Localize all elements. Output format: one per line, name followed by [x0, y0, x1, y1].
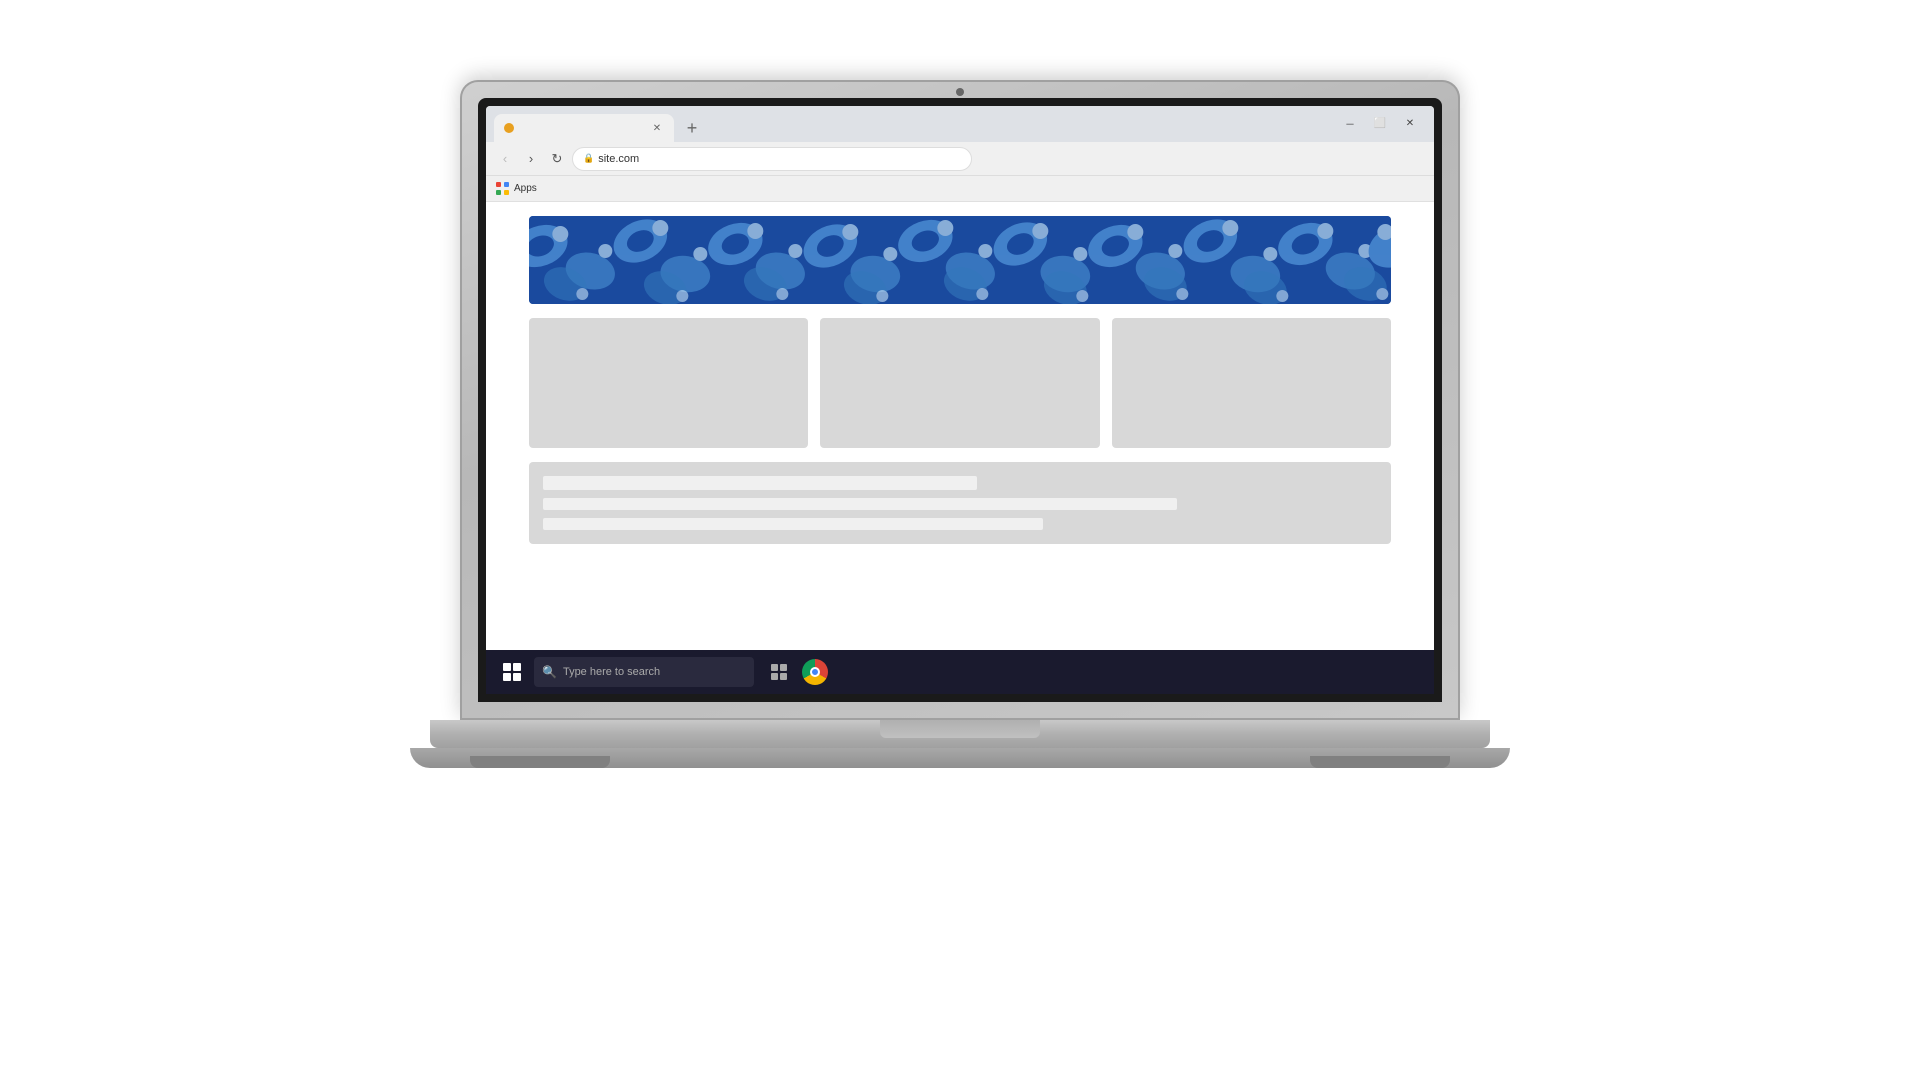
laptop-container: ✕ + － ⬜ ✕ ‹ › ↻ 🔒 site.com — [410, 80, 1510, 1000]
bookmarks-bar: Apps — [486, 176, 1434, 202]
address-bar-row: ‹ › ↻ 🔒 site.com — [486, 142, 1434, 176]
lock-icon: 🔒 — [583, 153, 594, 164]
address-bar[interactable]: 🔒 site.com — [572, 147, 972, 171]
content-section — [529, 462, 1392, 544]
tab-close-button[interactable]: ✕ — [650, 121, 664, 135]
text-bar-long — [543, 498, 1177, 510]
search-box[interactable]: 🔍 Type here to search — [534, 657, 754, 687]
apps-grid-icon — [496, 182, 510, 196]
tab-bar: ✕ + － ⬜ ✕ — [486, 106, 1434, 142]
camera — [956, 88, 964, 96]
window-controls: － ⬜ ✕ — [1336, 112, 1424, 134]
apps-bookmark[interactable]: Apps — [496, 182, 537, 196]
chrome-inner-circle — [810, 667, 820, 677]
taskbar-icons — [764, 657, 830, 687]
start-button[interactable] — [494, 654, 530, 690]
back-button[interactable]: ‹ — [494, 148, 516, 170]
browser-window: ✕ + － ⬜ ✕ ‹ › ↻ 🔒 site.com — [486, 106, 1434, 694]
hero-banner — [529, 216, 1392, 304]
close-window-button[interactable]: ✕ — [1396, 112, 1424, 134]
windows-logo-icon — [503, 663, 521, 681]
hero-pattern-svg — [529, 216, 1392, 304]
forward-button[interactable]: › — [520, 148, 542, 170]
url-text: site.com — [598, 153, 639, 165]
refresh-button[interactable]: ↻ — [546, 148, 568, 170]
task-view-button[interactable] — [764, 657, 794, 687]
foot-right — [1310, 756, 1450, 768]
new-tab-button[interactable]: + — [678, 114, 706, 142]
text-bar-medium — [543, 518, 1044, 530]
task-view-icon — [769, 662, 789, 682]
foot-left — [470, 756, 610, 768]
apps-label: Apps — [514, 183, 537, 194]
taskbar: 🔍 Type here to search — [486, 650, 1434, 694]
tab-favicon — [504, 123, 514, 133]
laptop-feet-bar — [410, 748, 1510, 768]
search-placeholder-text: Type here to search — [563, 666, 660, 678]
card-grid — [486, 304, 1434, 448]
text-bar-short — [543, 476, 977, 490]
text-blocks — [543, 476, 1378, 530]
screen-bezel: ✕ + － ⬜ ✕ ‹ › ↻ 🔒 site.com — [478, 98, 1442, 702]
search-icon: 🔍 — [542, 665, 557, 679]
laptop-base — [430, 720, 1490, 748]
trackpad-notch — [880, 720, 1040, 738]
chrome-icon — [802, 659, 828, 685]
page-content — [486, 202, 1434, 650]
card-2 — [820, 318, 1100, 448]
minimize-button[interactable]: － — [1336, 112, 1364, 134]
chrome-browser-taskbar-icon[interactable] — [800, 657, 830, 687]
browser-tab[interactable]: ✕ — [494, 114, 674, 142]
maximize-button[interactable]: ⬜ — [1366, 112, 1394, 134]
laptop-lid: ✕ + － ⬜ ✕ ‹ › ↻ 🔒 site.com — [460, 80, 1460, 720]
card-3 — [1112, 318, 1392, 448]
card-1 — [529, 318, 809, 448]
